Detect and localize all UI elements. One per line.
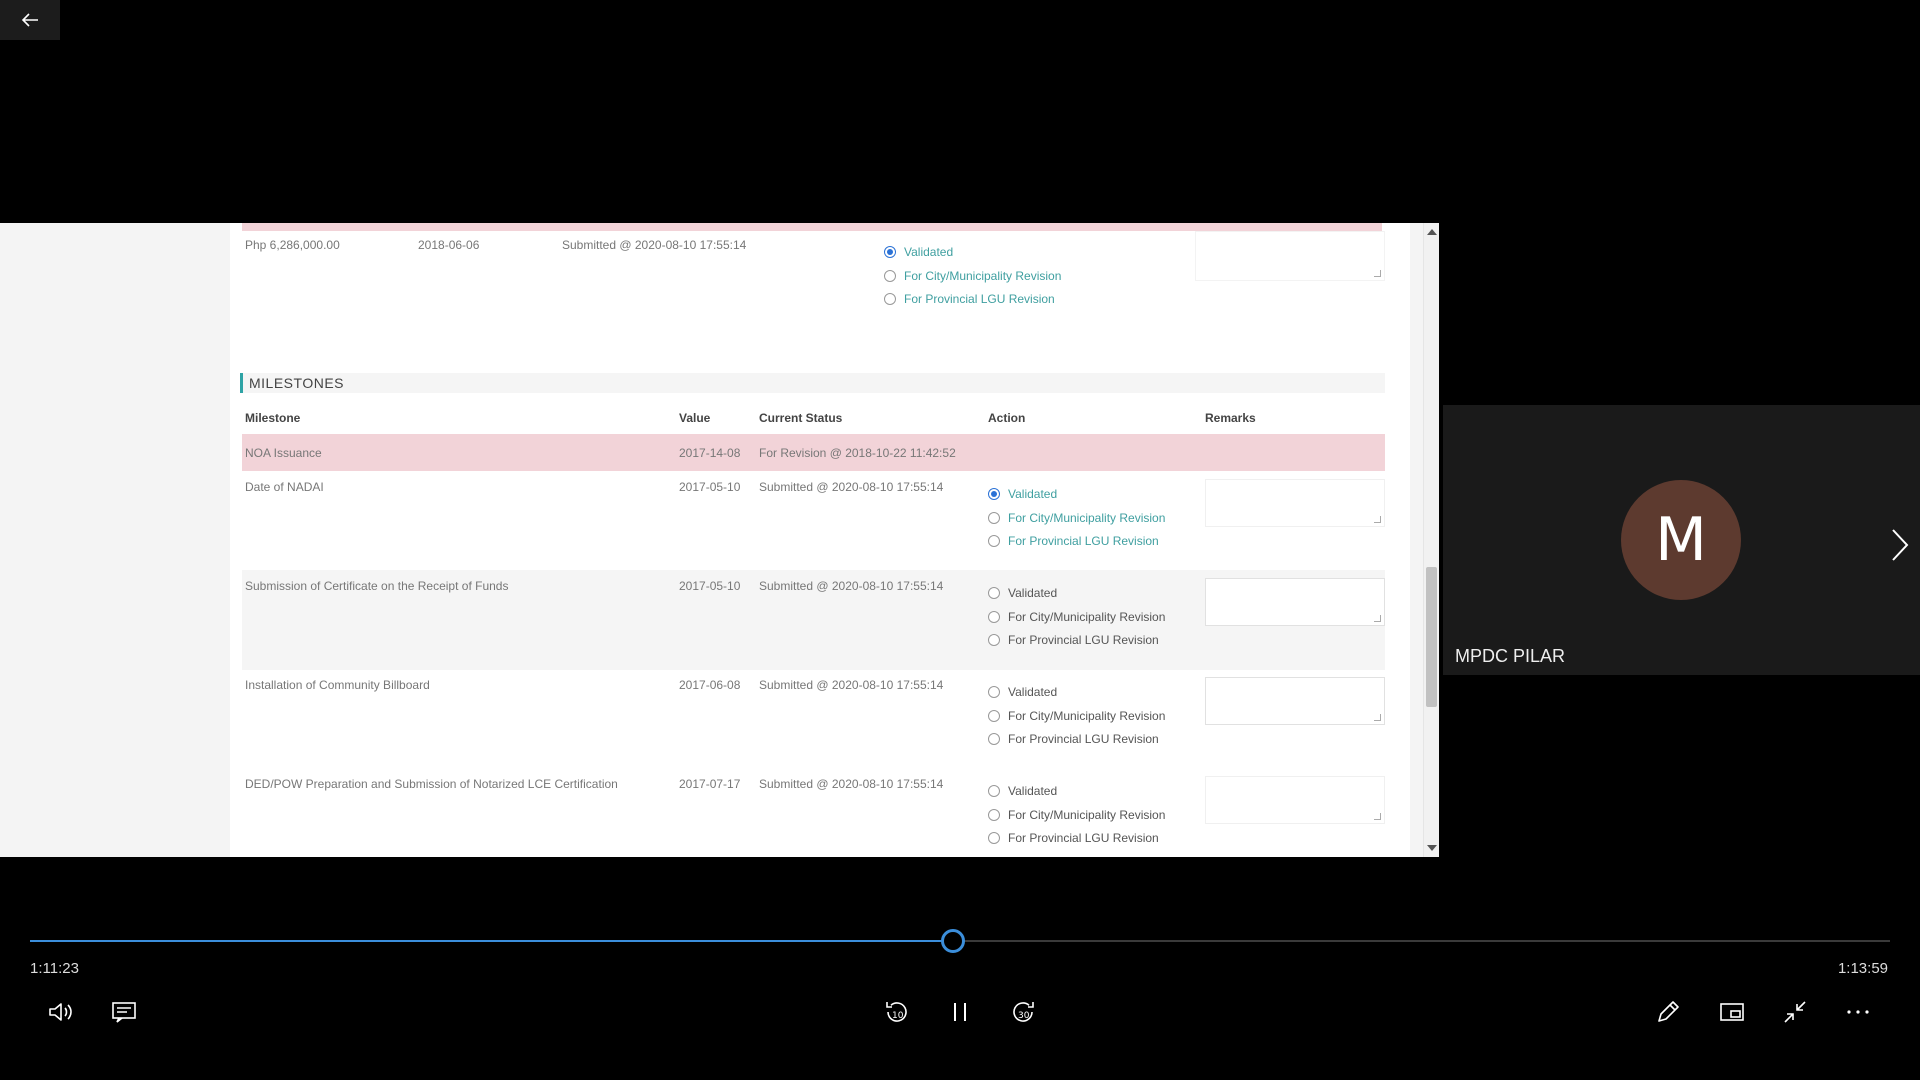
pause-button[interactable] — [938, 990, 982, 1034]
radio-checked-icon — [884, 246, 896, 258]
col-remarks: Remarks — [1205, 411, 1256, 425]
row3-radio-city-revision[interactable]: For City/Municipality Revision — [988, 709, 1165, 723]
top-row-status: Submitted @ 2020-08-10 17:55:14 — [562, 238, 747, 252]
pause-icon — [954, 1003, 966, 1021]
picture-in-picture-icon — [1720, 1003, 1744, 1021]
volume-icon — [49, 1003, 72, 1021]
row-milestone: Installation of Community Billboard — [245, 678, 430, 692]
highlight-bar — [242, 223, 1382, 231]
seek-bar[interactable] — [30, 929, 1890, 953]
row2-remarks-input[interactable] — [1205, 578, 1385, 626]
total-time: 1:13:59 — [1837, 960, 1888, 977]
seek-progress — [30, 940, 954, 942]
row-milestone: DED/POW Preparation and Submission of No… — [245, 777, 618, 791]
radio-icon — [988, 686, 1000, 698]
row-value: 2017-06-08 — [679, 678, 741, 692]
row4-radio-provincial-revision[interactable]: For Provincial LGU Revision — [988, 831, 1159, 845]
radio-icon — [988, 512, 1000, 524]
scroll-thumb[interactable] — [1426, 567, 1437, 707]
row1-remarks-input[interactable] — [1205, 479, 1385, 527]
participant-name: MPDC PILAR — [1455, 646, 1566, 666]
current-time: 1:11:23 — [30, 960, 79, 977]
rewind-10-icon: 10 — [886, 1002, 907, 1022]
form-sheet: Php 6,286,000.00 2018-06-06 Submitted @ … — [230, 223, 1410, 857]
row4-radio-validated[interactable]: Validated — [988, 784, 1057, 798]
radio-icon — [988, 611, 1000, 623]
row-milestone: Date of NADAI — [245, 480, 324, 494]
row-status: Submitted @ 2020-08-10 17:55:14 — [759, 480, 944, 494]
top-radio-validated[interactable]: Validated — [884, 245, 953, 259]
shared-screen: Php 6,286,000.00 2018-06-06 Submitted @ … — [0, 223, 1439, 857]
forward-30-icon: 30 — [1013, 1002, 1034, 1022]
volume-button[interactable] — [38, 990, 82, 1034]
top-remarks-input[interactable] — [1195, 231, 1385, 281]
screen-scrollbar[interactable] — [1423, 223, 1439, 857]
row3-radio-validated[interactable]: Validated — [988, 685, 1057, 699]
row2-radio-provincial-revision[interactable]: For Provincial LGU Revision — [988, 633, 1159, 647]
row-status: Submitted @ 2020-08-10 17:55:14 — [759, 678, 944, 692]
exit-fullscreen-button[interactable] — [1773, 990, 1817, 1034]
top-radio-city-revision[interactable]: For City/Municipality Revision — [884, 269, 1061, 283]
row3-remarks-input[interactable] — [1205, 677, 1385, 725]
row-status: Submitted @ 2020-08-10 17:55:14 — [759, 777, 944, 791]
row2-radio-city-revision[interactable]: For City/Municipality Revision — [988, 610, 1165, 624]
scroll-up-icon[interactable] — [1427, 229, 1437, 235]
row4-radio-city-revision[interactable]: For City/Municipality Revision — [988, 808, 1165, 822]
row1-radio-validated[interactable]: Validated — [988, 487, 1057, 501]
radio-icon — [884, 293, 896, 305]
svg-text:10: 10 — [892, 1011, 904, 1021]
row-status: For Revision @ 2018-10-22 11:42:52 — [759, 446, 956, 460]
top-row-amount: Php 6,286,000.00 — [245, 238, 340, 252]
row4-remarks-input[interactable] — [1205, 776, 1385, 824]
radio-icon — [988, 535, 1000, 547]
scroll-down-icon[interactable] — [1427, 845, 1437, 851]
chevron-right-icon — [1892, 529, 1909, 561]
row-value: 2017-07-17 — [679, 777, 741, 791]
row-value: 2017-05-10 — [679, 579, 741, 593]
more-options-button[interactable] — [1836, 990, 1880, 1034]
radio-icon — [988, 634, 1000, 646]
next-participant-button[interactable] — [1885, 525, 1915, 565]
row-value: 2017-05-10 — [679, 480, 741, 494]
col-current-status: Current Status — [759, 411, 843, 425]
mini-view-button[interactable] — [1710, 990, 1754, 1034]
row2-radio-validated[interactable]: Validated — [988, 586, 1057, 600]
row-milestone: Submission of Certificate on the Receipt… — [245, 579, 509, 593]
back-button[interactable] — [0, 0, 60, 40]
row3-radio-provincial-revision[interactable]: For Provincial LGU Revision — [988, 732, 1159, 746]
row-value: 2017-14-08 — [679, 446, 741, 460]
milestones-header: MILESTONES — [240, 373, 1385, 393]
captions-button[interactable] — [102, 990, 146, 1034]
svg-text:30: 30 — [1018, 1011, 1030, 1021]
exit-fullscreen-icon — [1784, 1001, 1806, 1023]
radio-checked-icon — [988, 488, 1000, 500]
seek-handle[interactable] — [941, 929, 966, 953]
row-milestone: NOA Issuance — [245, 446, 322, 460]
radio-icon — [988, 832, 1000, 844]
radio-icon — [988, 809, 1000, 821]
skip-forward-30-button[interactable]: 30 — [1002, 990, 1046, 1034]
top-radio-provincial-revision[interactable]: For Provincial LGU Revision — [884, 292, 1055, 306]
row1-radio-city-revision[interactable]: For City/Municipality Revision — [988, 511, 1165, 525]
more-icon — [1847, 1010, 1869, 1014]
avatar: M — [1621, 480, 1741, 600]
col-milestone: Milestone — [245, 411, 301, 425]
radio-icon — [988, 733, 1000, 745]
captions-icon — [112, 1002, 136, 1023]
pen-icon — [1658, 1001, 1679, 1022]
radio-icon — [884, 270, 896, 282]
col-value: Value — [679, 411, 711, 425]
radio-icon — [988, 785, 1000, 797]
arrow-left-icon — [21, 13, 38, 27]
annotate-button[interactable] — [1646, 990, 1690, 1034]
radio-icon — [988, 587, 1000, 599]
participant-tile[interactable]: M MPDC PILAR — [1443, 405, 1920, 675]
skip-back-10-button[interactable]: 10 — [874, 990, 918, 1034]
col-action: Action — [988, 411, 1026, 425]
top-row-date: 2018-06-06 — [418, 238, 480, 252]
radio-icon — [988, 710, 1000, 722]
row1-radio-provincial-revision[interactable]: For Provincial LGU Revision — [988, 534, 1159, 548]
row-status: Submitted @ 2020-08-10 17:55:14 — [759, 579, 944, 593]
